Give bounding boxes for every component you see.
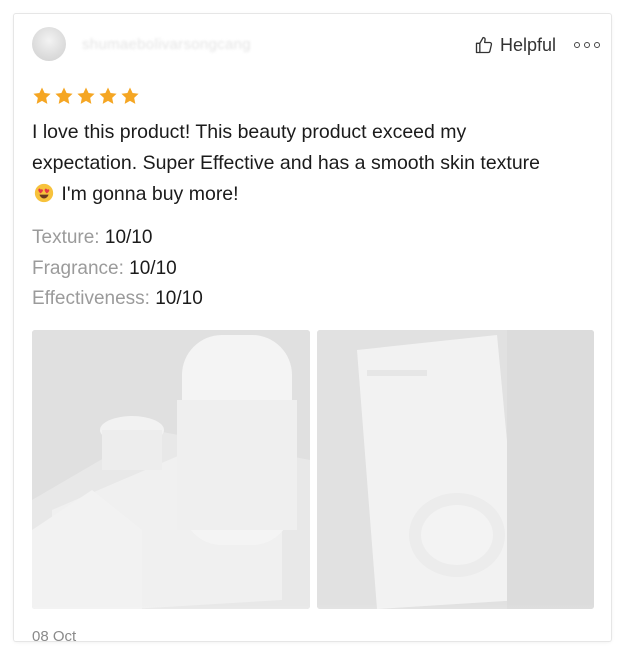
star-icon <box>121 87 139 104</box>
rating-label: Effectiveness: <box>32 288 150 309</box>
review-date: 08 Oct <box>32 628 77 641</box>
rating-row-effectiveness: Effectiveness: 10/10 <box>32 284 203 315</box>
bottom-fade <box>14 604 611 641</box>
thumbs-up-icon <box>475 36 493 54</box>
review-text: I love this product! This beauty product… <box>32 117 552 210</box>
star-icon <box>99 87 117 104</box>
star-rating <box>32 86 142 106</box>
rating-value: 10/10 <box>104 227 153 248</box>
rating-row-fragrance: Fragrance: 10/10 <box>32 254 203 285</box>
rating-label: Texture: <box>32 227 100 248</box>
rating-value: 10/10 <box>129 257 177 279</box>
review-text-part2: I'm gonna buy more! <box>61 183 239 205</box>
helpful-label: Helpful <box>500 34 557 55</box>
helpful-button[interactable]: Helpful <box>474 33 556 57</box>
attribute-ratings: Texture: 10/10 Fragrance: 10/10 Effectiv… <box>32 223 203 315</box>
more-dot <box>584 42 590 48</box>
review-photo[interactable] <box>32 330 310 609</box>
avatar[interactable] <box>32 27 66 61</box>
more-dot <box>594 42 600 48</box>
more-dot <box>574 42 580 48</box>
star-icon <box>33 87 51 104</box>
review-card: shumaebolivarsongcang Helpful I love thi… <box>14 14 611 641</box>
review-text-part1: I love this product! This beauty product… <box>32 121 541 174</box>
rating-label: Fragrance: <box>32 257 124 279</box>
star-icon <box>55 87 73 104</box>
review-photo[interactable] <box>317 330 594 609</box>
username[interactable]: shumaebolivarsongcang <box>82 36 251 53</box>
review-photos <box>32 330 594 609</box>
star-icon <box>77 87 95 104</box>
rating-value: 10/10 <box>155 288 203 309</box>
review-header: shumaebolivarsongcang Helpful <box>14 14 611 74</box>
rating-row-texture: Texture: 10/10 <box>32 223 203 254</box>
more-options-icon[interactable] <box>574 39 600 51</box>
heart-eyes-emoji <box>34 183 54 203</box>
